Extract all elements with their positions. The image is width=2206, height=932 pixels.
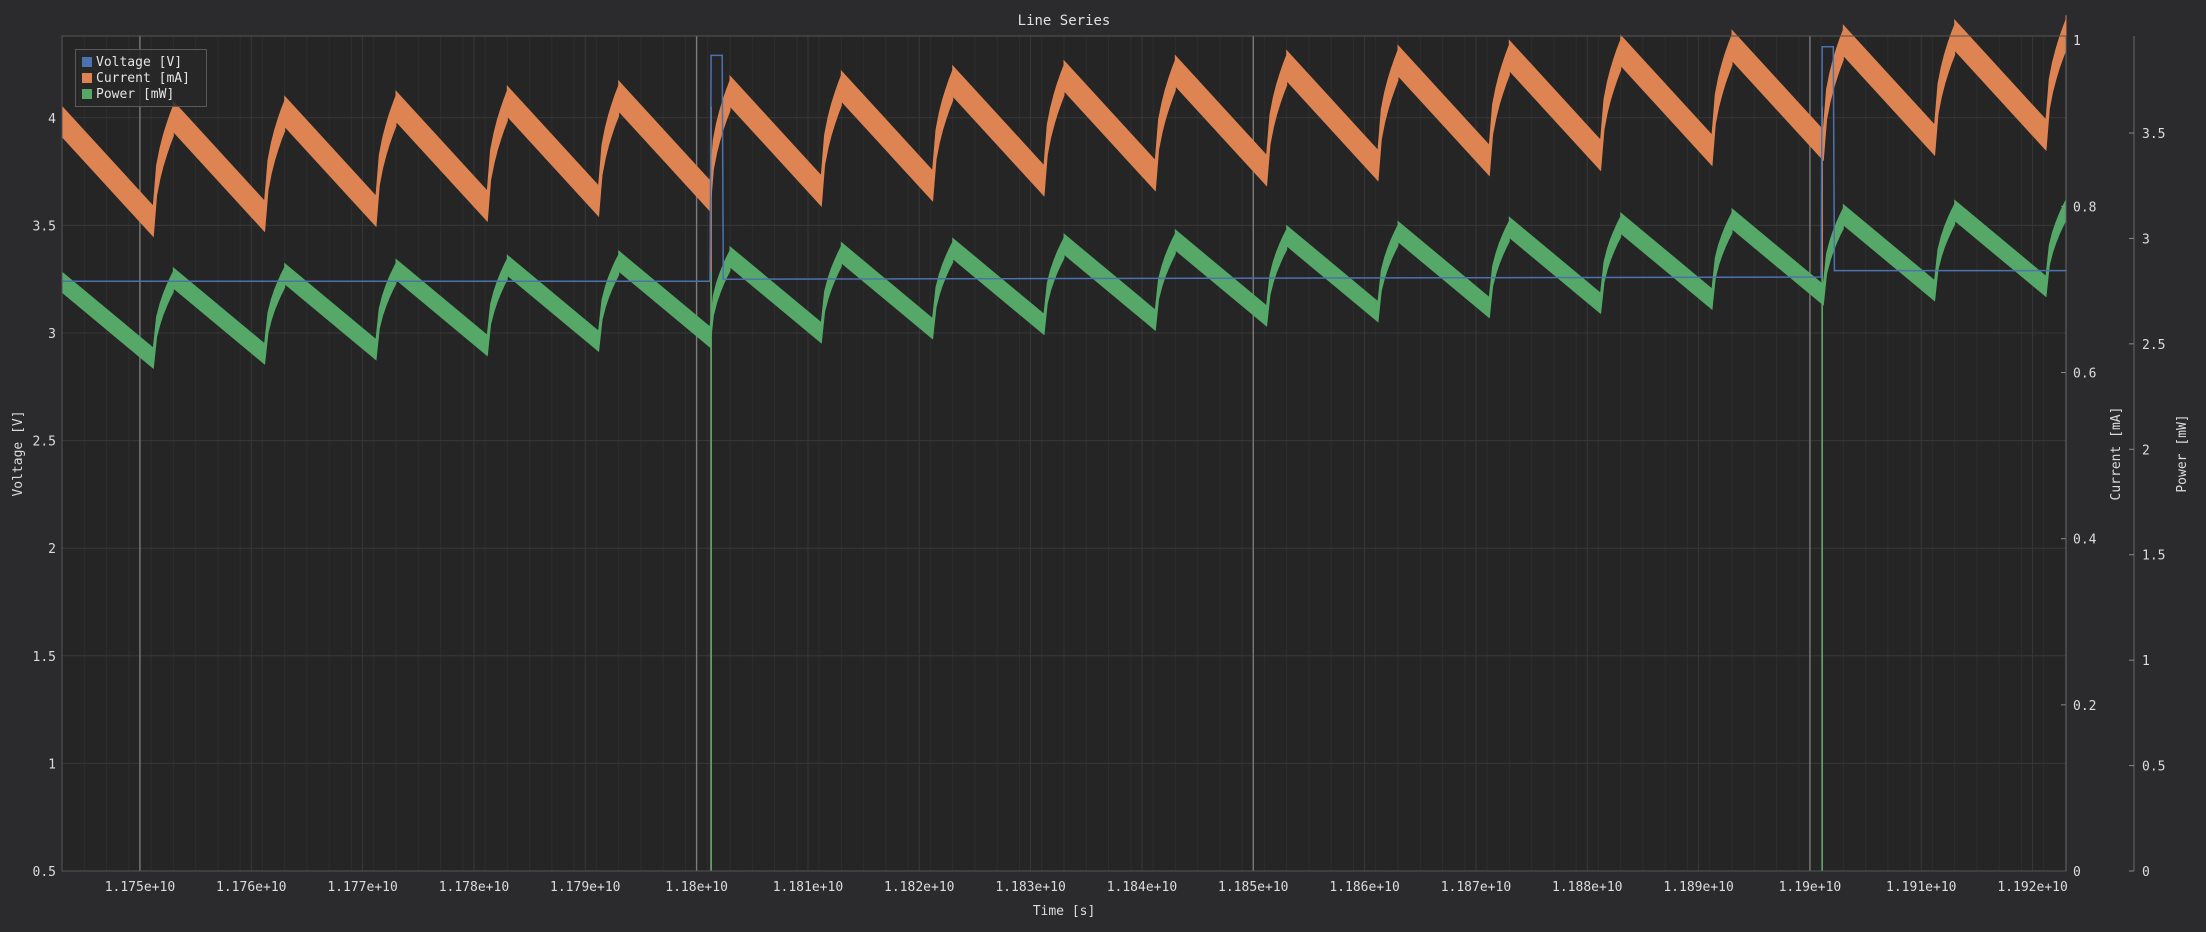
y-tick-label-current: 0.8 [2073,200,2096,215]
data-point-voltage [1821,45,1823,48]
data-point-voltage [695,280,698,283]
data-point-voltage [709,280,711,283]
y-tick-label-voltage: 1.5 [33,650,56,665]
x-tick-label: 1.176e+10 [216,880,286,895]
y-tick-label-power: 0 [2142,865,2150,880]
y-tick-label-voltage: 2.5 [33,435,56,450]
x-axis-label: Time [s] [1033,904,1096,919]
x-tick-label: 1.177e+10 [327,880,397,895]
legend-item-current[interactable]: Current [mA] [82,70,200,86]
x-tick-label: 1.186e+10 [1329,880,1399,895]
x-tick-label: 1.175e+10 [105,880,175,895]
legend[interactable]: Voltage [V] Current [mA] Power [mW] [75,49,207,107]
x-tick-label: 1.181e+10 [773,880,843,895]
y-tick-label-voltage: 3.5 [33,219,56,234]
data-point-voltage [1833,269,1836,272]
plot-window: Line Series 1.175e+10 1.176e+10 1.177e+10 1… [0,0,2206,932]
legend-swatch-power [82,89,92,99]
y-tick-label-current: 0.6 [2073,366,2096,381]
data-point-voltage [710,54,712,57]
x-tick-label: 1.192e+10 [1997,880,2067,895]
y-tick-label-power: 3.5 [2142,127,2165,142]
x-tick-label: 1.187e+10 [1441,880,1511,895]
x-tick-label: 1.182e+10 [884,880,954,895]
legend-label-voltage: Voltage [V] [96,54,183,70]
y-axis-label-voltage: Voltage [V] [11,410,26,496]
y-tick-label-power: 1 [2142,654,2150,669]
x-tick-label: 1.183e+10 [995,880,1065,895]
y-tick-label-voltage: 4 [48,112,56,127]
y-tick-label-voltage: 0.5 [33,865,56,880]
data-point-voltage [722,278,725,280]
y-tick-label-power: 0.5 [2142,760,2165,775]
legend-item-power[interactable]: Power [mW] [82,86,200,102]
y-tick-label-power: 1.5 [2142,549,2165,564]
y-tick-label-voltage: 1 [48,757,56,772]
x-tick-label: 1.184e+10 [1107,880,1177,895]
y-tick-label-current: 0.2 [2073,699,2096,714]
x-tick-label: 1.19e+10 [1779,880,1842,895]
x-tick-label: 1.185e+10 [1218,880,1288,895]
y-tick-label-current: 0 [2073,865,2081,880]
y-tick-label-current: 0.4 [2073,533,2097,548]
y-tick-label-voltage: 3 [48,327,56,342]
legend-swatch-voltage [82,57,92,67]
y-axis-label-power: Power [mW] [2175,414,2190,492]
x-tick-label: 1.188e+10 [1552,880,1622,895]
y-axis-label-current: Current [mA] [2109,407,2124,501]
x-tick-label: 1.191e+10 [1886,880,1956,895]
x-tick-label: 1.178e+10 [439,880,509,895]
x-tick-label: 1.179e+10 [550,880,620,895]
chart-svg[interactable]: 1.175e+10 1.176e+10 1.177e+10 1.178e+10 1.17… [0,0,2206,932]
y-tick-label-power: 3 [2142,232,2150,247]
y-tick-label-power: 2 [2142,443,2150,458]
legend-item-voltage[interactable]: Voltage [V] [82,54,200,70]
x-tick-label: 1.18e+10 [665,880,728,895]
legend-swatch-current [82,73,92,83]
data-point-voltage [1832,45,1835,48]
y-tick-label-power: 2.5 [2142,338,2165,353]
y-tick-label-current: 1 [2073,34,2081,49]
y-tick-label-voltage: 2 [48,542,56,557]
data-point-voltage [721,54,724,57]
legend-label-current: Current [mA] [96,70,190,86]
legend-label-power: Power [mW] [96,86,175,102]
data-point-voltage [1820,276,1822,278]
x-tick-label: 1.189e+10 [1663,880,1733,895]
